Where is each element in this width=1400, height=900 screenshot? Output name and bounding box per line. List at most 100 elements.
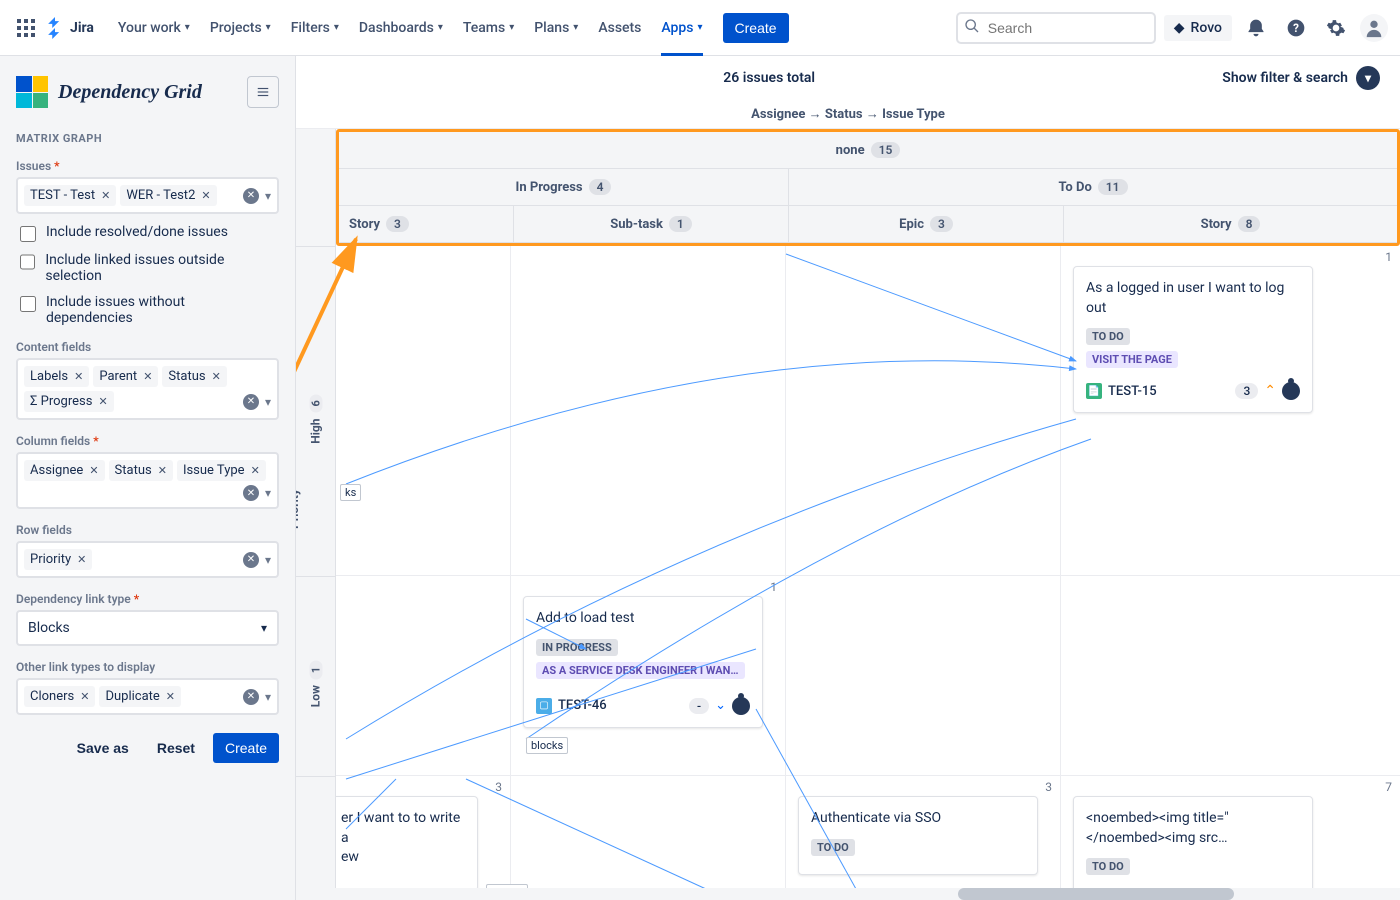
count-pill: 3 <box>1235 383 1258 399</box>
issue-card-sso[interactable]: Authenticate via SSO TO DO <box>798 796 1038 875</box>
other-link-select[interactable]: Cloners✕ Duplicate✕ ✕ ▾ <box>16 678 279 715</box>
dropdown-icon[interactable]: ▾ <box>265 189 271 203</box>
issue-card-partial[interactable]: er I want to to write aew <box>336 796 478 888</box>
assignee-avatar[interactable] <box>732 697 750 715</box>
grid-content: 26 issues total Show filter & search ▾ A… <box>296 56 1400 900</box>
issue-key[interactable]: TEST-46 <box>558 698 607 713</box>
chip-labels[interactable]: Labels✕ <box>24 366 89 387</box>
search-input[interactable] <box>956 12 1156 44</box>
chip-parent[interactable]: Parent✕ <box>93 366 158 387</box>
column-fields-select[interactable]: Assignee✕ Status✕ Issue Type✕ ✕ ▾ <box>16 452 279 509</box>
remove-chip-icon[interactable]: ✕ <box>143 370 152 383</box>
nav-assets[interactable]: Assets <box>590 14 649 42</box>
chip-issue-type[interactable]: Issue Type✕ <box>177 460 266 481</box>
reset-button[interactable]: Reset <box>147 733 205 763</box>
issues-label: Issues * <box>16 159 279 173</box>
chip-progress[interactable]: Σ Progress✕ <box>24 391 114 412</box>
remove-chip-icon[interactable]: ✕ <box>77 553 86 566</box>
user-avatar[interactable] <box>1360 14 1388 42</box>
remove-chip-icon[interactable]: ✕ <box>101 189 110 202</box>
cb-resolved[interactable]: Include resolved/done issues <box>20 224 275 242</box>
row-axis: High6 Low1 <box>296 129 336 888</box>
chip-priority[interactable]: Priority✕ <box>24 549 92 570</box>
clear-all-icon[interactable]: ✕ <box>243 394 259 410</box>
dropdown-icon[interactable]: ▾ <box>265 395 271 409</box>
dependency-grid-logo-icon <box>16 76 48 108</box>
remove-chip-icon[interactable]: ✕ <box>89 464 98 477</box>
cb-resolved-input[interactable] <box>20 226 36 242</box>
jira-logo[interactable]: Jira <box>44 16 94 40</box>
cb-linked-outside[interactable]: Include linked issues outside selection <box>20 252 275 284</box>
remove-chip-icon[interactable]: ✕ <box>166 690 175 703</box>
horizontal-scrollbar[interactable] <box>296 888 1400 900</box>
row-fields-label: Row fields <box>16 523 279 537</box>
dropdown-icon[interactable]: ▾ <box>261 621 267 635</box>
create-button[interactable]: Create <box>723 13 789 43</box>
notifications-icon[interactable] <box>1240 12 1272 44</box>
save-as-button[interactable]: Save as <box>67 733 139 763</box>
dep-link-select[interactable]: Blocks▾ <box>16 610 279 646</box>
priority-low-icon: ⌄ <box>715 698 726 713</box>
nav-plans[interactable]: Plans▾ <box>526 14 586 42</box>
nav-apps[interactable]: Apps▾ <box>653 14 710 42</box>
issue-key[interactable]: TEST-15 <box>1108 384 1157 399</box>
global-search[interactable] <box>956 12 1156 44</box>
show-filter-button[interactable]: Show filter & search ▾ <box>1222 66 1380 90</box>
remove-chip-icon[interactable]: ✕ <box>201 189 210 202</box>
clear-all-icon[interactable]: ✕ <box>243 689 259 705</box>
col-status-inprogress: In Progress4 <box>339 169 789 205</box>
parent-lozenge: VISIT THE PAGE <box>1086 351 1178 368</box>
chip-status[interactable]: Status✕ <box>162 366 226 387</box>
dropdown-icon[interactable]: ▾ <box>265 690 271 704</box>
assignee-avatar[interactable] <box>1282 382 1300 400</box>
remove-chip-icon[interactable]: ✕ <box>212 370 221 383</box>
link-tag: ks <box>340 484 361 501</box>
cell-count: 1 <box>770 580 777 594</box>
issue-card-test-15[interactable]: As a logged in user I want to log out TO… <box>1073 266 1313 413</box>
chip-test[interactable]: TEST - Test✕ <box>24 185 116 206</box>
chip-assignee[interactable]: Assignee✕ <box>24 460 105 481</box>
dropdown-icon[interactable]: ▾ <box>265 486 271 500</box>
cb-linked-outside-input[interactable] <box>20 254 35 270</box>
issue-card-test-46[interactable]: Add to load test IN PROGRESS AS A SERVIC… <box>523 596 763 728</box>
nav-filters[interactable]: Filters▾ <box>283 14 347 42</box>
chip-wer[interactable]: WER - Test2✕ <box>120 185 216 206</box>
grid-body[interactable]: none15 In Progress4 To Do11 Story3 Sub-t… <box>336 129 1400 888</box>
svg-text:?: ? <box>1293 21 1299 35</box>
nav-your-work[interactable]: Your work▾ <box>110 14 198 42</box>
cell-count: 1 <box>1385 250 1392 264</box>
column-breadcrumb: Assignee → Status → Issue Type <box>296 100 1400 129</box>
status-lozenge: TO DO <box>811 839 855 856</box>
row-fields-select[interactable]: Priority✕ ✕ ▾ <box>16 541 279 578</box>
clear-all-icon[interactable]: ✕ <box>243 188 259 204</box>
issue-card-noembed[interactable]: <noembed><img title="</noembed><img src…… <box>1073 796 1313 888</box>
app-switcher-icon[interactable] <box>12 14 40 42</box>
chip-duplicate[interactable]: Duplicate✕ <box>99 686 181 707</box>
issues-select[interactable]: TEST - Test✕ WER - Test2✕ ✕ ▾ <box>16 177 279 214</box>
status-lozenge: TO DO <box>1086 328 1130 345</box>
dep-link-label: Dependency link type * <box>16 592 279 606</box>
nav-dashboards[interactable]: Dashboards▾ <box>351 14 451 42</box>
rovo-button[interactable]: ◆ Rovo <box>1164 15 1232 41</box>
issue-title: Authenticate via SSO <box>811 809 1025 829</box>
clear-all-icon[interactable]: ✕ <box>243 552 259 568</box>
clear-all-icon[interactable]: ✕ <box>243 485 259 501</box>
sidebar-create-button[interactable]: Create <box>213 733 279 763</box>
chip-status[interactable]: Status✕ <box>109 460 173 481</box>
cb-without-deps[interactable]: Include issues without dependencies <box>20 294 275 326</box>
remove-chip-icon[interactable]: ✕ <box>98 395 107 408</box>
remove-chip-icon[interactable]: ✕ <box>74 370 83 383</box>
nav-projects[interactable]: Projects▾ <box>202 14 279 42</box>
content-fields-select[interactable]: Labels✕ Parent✕ Status✕ Σ Progress✕ ✕ ▾ <box>16 358 279 420</box>
chevron-down-icon: ▾ <box>1356 66 1380 90</box>
settings-icon[interactable] <box>1320 12 1352 44</box>
cb-without-deps-input[interactable] <box>20 296 36 312</box>
sidebar-menu-icon[interactable] <box>247 76 279 108</box>
remove-chip-icon[interactable]: ✕ <box>80 690 89 703</box>
remove-chip-icon[interactable]: ✕ <box>158 464 167 477</box>
nav-teams[interactable]: Teams▾ <box>455 14 522 42</box>
help-icon[interactable]: ? <box>1280 12 1312 44</box>
chip-cloners[interactable]: Cloners✕ <box>24 686 95 707</box>
dropdown-icon[interactable]: ▾ <box>265 553 271 567</box>
remove-chip-icon[interactable]: ✕ <box>251 464 260 477</box>
